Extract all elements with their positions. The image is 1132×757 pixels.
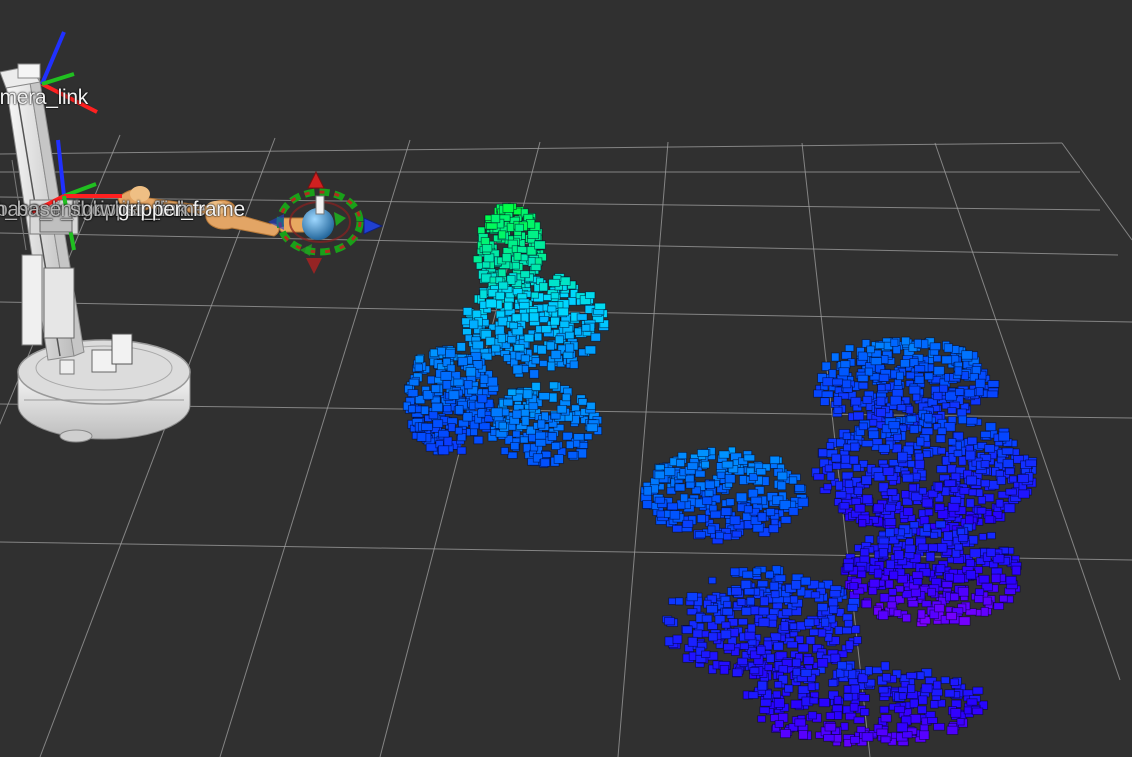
grid-line: [617, 141, 669, 757]
3d-viewport[interactable]: camera_link base_link arm_base_link shou…: [0, 0, 1132, 757]
grid-line: [1061, 142, 1132, 241]
move-x-arrow-handle[interactable]: [363, 217, 384, 235]
tf-label-gripper-frame: gripper_frame: [118, 198, 245, 221]
move-y-arrow-handle[interactable]: [334, 212, 346, 226]
grid-line: [0, 142, 1063, 155]
tf-label-camera-link: camera_link: [0, 86, 88, 109]
robot-model: [0, 63, 307, 443]
scene-canvas[interactable]: [0, 0, 1132, 757]
grid-line: [0, 232, 1119, 256]
robot-mobile-base: [17, 333, 191, 443]
point-cloud: [402, 202, 1038, 748]
move-z-arrow-handle[interactable]: [307, 170, 325, 189]
